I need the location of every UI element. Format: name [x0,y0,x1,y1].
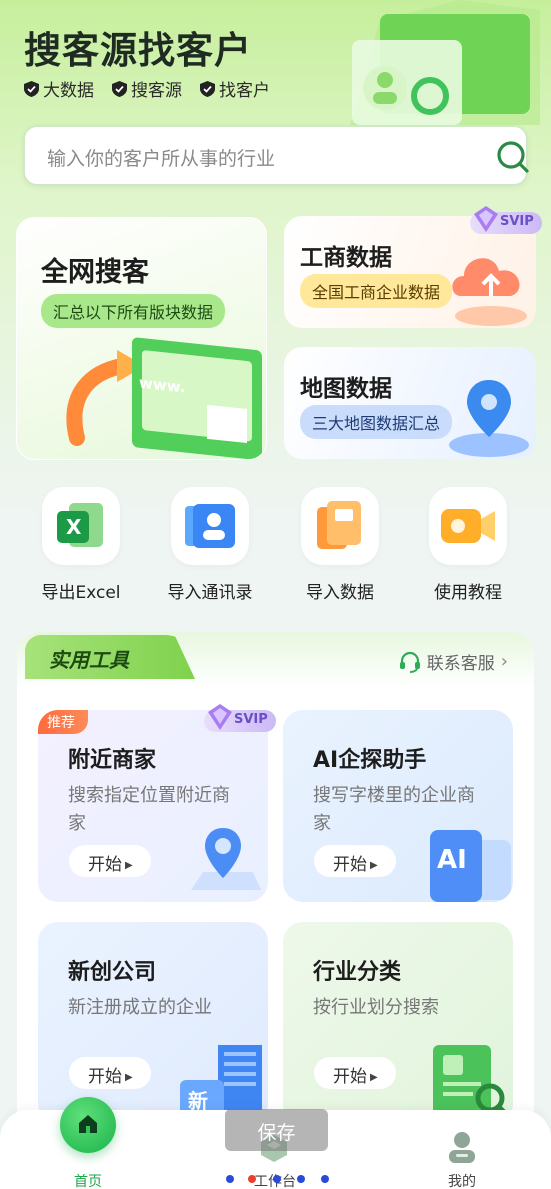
quick-action-icon-box [301,487,379,565]
tutorial-video-icon [441,509,495,543]
tool-description: 新注册成立的企业 [68,997,212,1018]
quick-action-icon-box [171,487,249,565]
search-input[interactable]: 输入你的客户所从事的行业 [47,144,275,171]
quick-actions: X 导出Excel 导入通讯录 导入数据 使用教程 [0,487,551,607]
diamond-icon [208,704,232,730]
indicator-dot [248,1175,256,1183]
quick-action-label: 使用教程 [434,583,502,603]
svip-label: SVIP [234,712,268,727]
start-label: 开始 [333,855,367,875]
feature-item: 找客户 [200,76,270,101]
customer-service-label: 联系客服 [426,654,495,674]
start-button[interactable]: 开始 ▶ [69,845,151,877]
tab-profile-label[interactable]: 我的 [448,1171,476,1189]
recommend-tag: 推荐 [38,710,88,734]
tool-description: 按行业划分搜索 [313,997,439,1018]
browser-illustration-icon: www. [66,337,262,459]
start-button[interactable]: 开始 ▶ [314,845,396,877]
play-triangle-icon: ▶ [125,860,133,871]
excel-glyph: X [66,515,82,539]
quick-action-icon-box: X [42,487,120,565]
start-button[interactable]: 开始 ▶ [69,1057,151,1089]
shield-check-icon [112,80,127,97]
indicator-dot [321,1175,329,1183]
play-triangle-icon: ▶ [370,860,378,871]
start-label: 开始 [333,1067,367,1087]
location-pin-icon [191,828,261,890]
tab-home[interactable] [60,1097,116,1153]
customer-service-link[interactable]: 联系客服 › [399,649,508,674]
excel-icon: X [57,503,103,547]
tool-title: 新创公司 [68,960,157,985]
play-triangle-icon: ▶ [125,1072,133,1083]
quick-action-tutorial[interactable]: 使用教程 [413,487,523,603]
card-title: 全网搜客 [41,257,149,288]
feature-label: 找客户 [219,81,270,101]
feature-label: 搜客源 [131,81,182,101]
tool-card-industry-category[interactable]: 行业分类 按行业划分搜索 开始 ▶ [283,922,513,1124]
search-bar[interactable]: 输入你的客户所从事的行业 [23,125,529,186]
start-button[interactable]: 开始 ▶ [314,1057,396,1089]
svip-label: SVIP [500,214,534,229]
svip-badge: SVIP [470,206,542,234]
home-icon [79,1115,97,1133]
tool-card-ai-assistant[interactable]: AI企探助手 搜写字楼里的企业商家 开始 ▶ AI [283,710,513,902]
import-data-icon [317,501,361,549]
svip-badge: SVIP [204,704,276,732]
tool-title: 行业分类 [313,960,402,985]
chevron-right-icon: › [500,651,508,672]
tool-title: AI企探助手 [313,748,427,773]
headset-icon [399,651,420,673]
quick-action-label: 导出Excel [41,583,121,603]
document-search-icon [433,1045,511,1119]
full-network-search-card[interactable]: 全网搜客 汇总以下所有版块数据 www. [16,217,267,460]
quick-action-label: 导入数据 [306,583,374,603]
map-pin-icon [449,380,529,457]
tool-card-nearby-merchants[interactable]: 推荐 附近商家 搜索指定位置附近商家 开始 ▶ [38,710,268,902]
user-profile-icon[interactable] [448,1131,476,1163]
feature-label: 大数据 [43,81,94,101]
quick-action-label: 导入通讯录 [167,583,253,603]
shield-check-icon [24,80,39,97]
card-title: 地图数据 [300,376,392,402]
indicator-dot [226,1175,234,1183]
start-label: 开始 [88,1067,122,1087]
feature-item: 搜客源 [112,76,182,101]
card-title: 工商数据 [300,245,392,271]
quick-action-export-excel[interactable]: X 导出Excel [26,487,136,603]
quick-action-import-contacts[interactable]: 导入通讯录 [155,487,265,603]
section-title-tab: 实用工具 [25,635,195,679]
card-subtitle: 全国工商企业数据 [300,274,453,308]
tool-card-new-companies[interactable]: 新创公司 新注册成立的企业 开始 ▶ 新 [38,922,268,1124]
tool-title: 附近商家 [68,748,157,773]
save-toast: 保存 [225,1109,328,1151]
indicator-dot [297,1175,305,1183]
feature-list: 大数据 搜客源 找客户 [24,76,270,101]
ai-glyph: AI [437,845,467,875]
section-title: 实用工具 [49,648,129,672]
ai-chip-icon: AI [430,830,511,902]
play-triangle-icon: ▶ [370,1072,378,1083]
contacts-icon [185,504,235,548]
cloud-upload-icon [452,258,527,326]
diamond-icon [474,206,498,232]
page-title: 搜客源找客户 [24,29,252,72]
shield-check-icon [200,80,215,97]
start-label: 开始 [88,855,122,875]
search-icon[interactable] [496,140,529,173]
indicator-dot [273,1175,281,1183]
map-data-card[interactable]: 地图数据 三大地图数据汇总 [284,347,536,459]
quick-action-icon-box [429,487,507,565]
feature-item: 大数据 [24,76,94,101]
folder-illustration-icon [350,0,540,125]
tab-home-label[interactable]: 首页 [74,1171,102,1189]
card-subtitle: 汇总以下所有版块数据 [41,294,226,328]
quick-action-import-data[interactable]: 导入数据 [285,487,395,603]
